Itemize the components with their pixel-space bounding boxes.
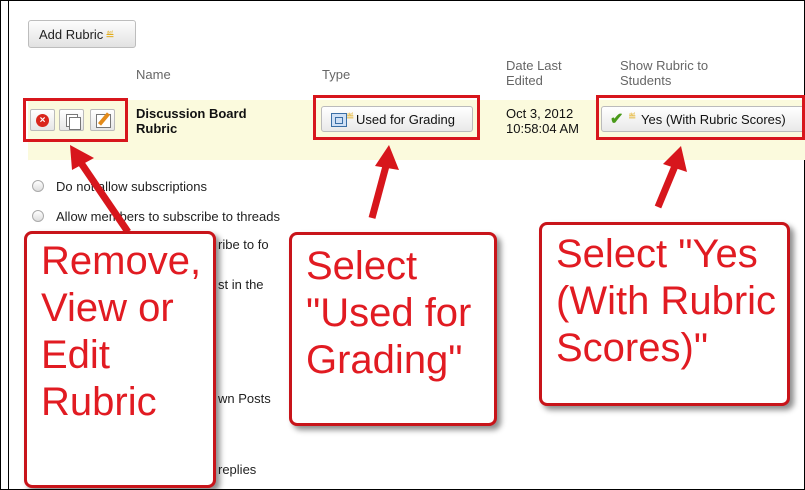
- arrow-to-type-dropdown: [368, 165, 390, 219]
- arrow-to-action-buttons: [76, 158, 131, 234]
- callout-remove-view-edit: Remove, View or Edit Rubric: [24, 231, 216, 488]
- callout-used-for-grading: Select "Used for Grading": [289, 232, 497, 426]
- callout-select-yes: Select "Yes (With Rubric Scores)": [539, 222, 790, 406]
- arrow-to-show-dropdown: [654, 164, 679, 209]
- arrowhead-icon: [375, 145, 399, 170]
